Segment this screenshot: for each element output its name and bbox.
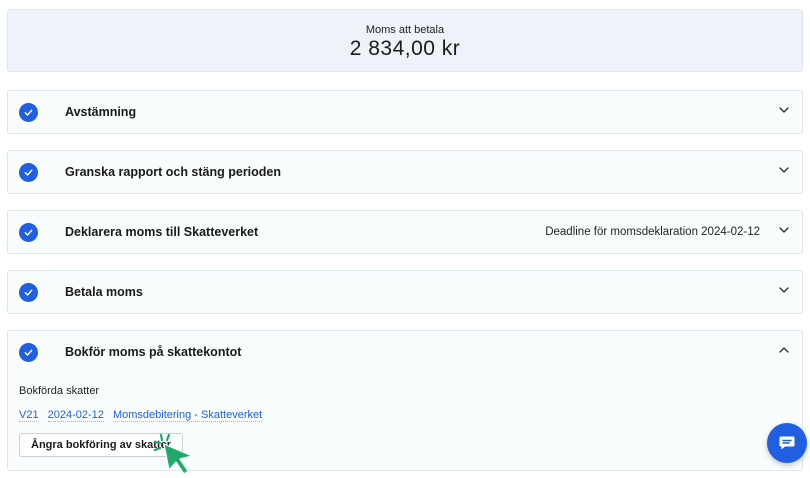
step-declare-vat[interactable]: Deklarera moms till Skatteverket Deadlin… [7,210,803,254]
vat-summary-amount: 2 834,00 kr [349,37,461,60]
chat-button[interactable] [767,423,807,463]
step-title: Bokför moms på skattekontot [65,345,242,359]
chevron-down-icon[interactable] [778,165,790,175]
booked-entry-link[interactable]: V21 2024-02-12 Momsdebitering - Skatteve… [19,409,268,422]
step-title: Betala moms [65,285,143,299]
step-title: Granska rapport och stäng perioden [65,165,282,179]
step-reconciliation[interactable]: Avstämning [7,90,803,134]
booked-taxes-label: Bokförda skatter [19,385,100,397]
entry-description[interactable]: Momsdebitering - Skatteverket [112,409,263,422]
step-pay-vat[interactable]: Betala moms [7,270,803,314]
step-book-vat[interactable]: Bokför moms på skattekontot Bokförda ska… [7,330,803,471]
check-icon [19,103,38,122]
entry-voucher[interactable]: V21 [19,409,39,422]
chevron-down-icon[interactable] [778,105,790,115]
chat-icon [779,436,795,450]
vat-summary-label: Moms att betala [365,24,445,36]
step-review-report[interactable]: Granska rapport och stäng perioden [7,150,803,194]
entry-date[interactable]: 2024-02-12 [47,409,104,422]
chevron-down-icon[interactable] [778,225,790,235]
cursor-click-icon [153,433,193,475]
step-title: Avstämning [65,105,137,119]
check-icon [19,283,38,302]
step-title: Deklarera moms till Skatteverket [65,225,259,239]
check-icon [19,163,38,182]
check-icon [19,223,38,242]
chevron-up-icon[interactable] [778,345,790,355]
vat-summary: Moms att betala 2 834,00 kr [7,9,803,72]
chevron-down-icon[interactable] [778,285,790,295]
check-icon [19,343,38,362]
deadline-text: Deadline för momsdeklaration 2024-02-12 [545,226,760,238]
